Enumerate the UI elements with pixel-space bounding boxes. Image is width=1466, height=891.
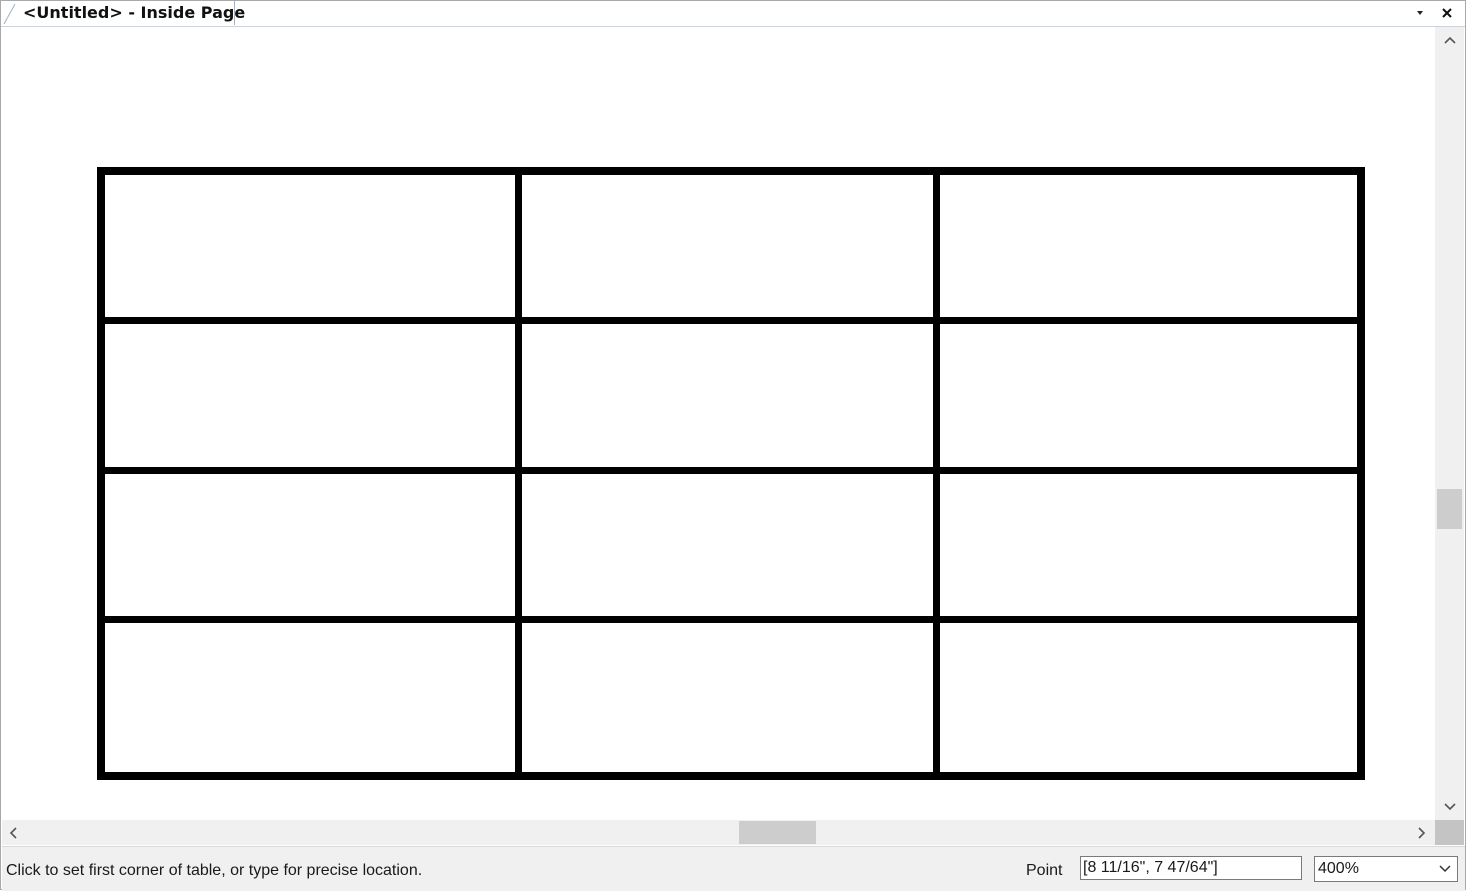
horizontal-scrollbar[interactable] <box>2 820 1435 845</box>
chevron-left-icon[interactable] <box>2 820 24 845</box>
table-cell[interactable] <box>939 474 1357 623</box>
table-cell[interactable] <box>940 623 1357 772</box>
tab-edge-decoration <box>3 3 16 25</box>
point-input[interactable] <box>1080 856 1302 880</box>
table-cell[interactable] <box>522 473 940 623</box>
drawn-table[interactable] <box>97 167 1365 780</box>
document-window: <Untitled> - Inside Page Click to set fi… <box>0 0 1466 891</box>
table-cell[interactable] <box>105 324 523 474</box>
document-tab-bar: <Untitled> - Inside Page <box>1 1 1465 27</box>
horizontal-scroll-thumb[interactable] <box>739 821 816 844</box>
chevron-down-icon[interactable] <box>1437 861 1453 877</box>
table-cell[interactable] <box>105 622 523 772</box>
vertical-scroll-thumb[interactable] <box>1437 489 1462 529</box>
zoom-value: 400% <box>1318 860 1359 877</box>
table-cell[interactable] <box>939 324 1357 474</box>
scrollbar-corner <box>1435 820 1464 845</box>
document-tab[interactable]: <Untitled> - Inside Page <box>1 1 245 25</box>
chevron-right-icon[interactable] <box>1411 820 1433 845</box>
drawing-canvas[interactable] <box>2 27 1435 820</box>
chevron-up-icon[interactable] <box>1435 27 1464 53</box>
table-cell[interactable] <box>522 622 940 772</box>
document-tab-title: <Untitled> - Inside Page <box>23 3 246 22</box>
table-cell[interactable] <box>522 324 940 474</box>
zoom-select[interactable]: 400% <box>1314 856 1458 882</box>
table-cell[interactable] <box>939 175 1357 325</box>
table-cell[interactable] <box>105 473 523 623</box>
chevron-down-icon[interactable] <box>1435 794 1464 820</box>
window-menu-dropdown-icon[interactable] <box>1410 3 1430 23</box>
vertical-scrollbar[interactable] <box>1435 27 1464 820</box>
point-label: Point <box>1026 862 1063 879</box>
status-prompt: Click to set first corner of table, or t… <box>6 862 423 879</box>
status-bar: Click to set first corner of table, or t… <box>2 846 1465 891</box>
close-icon[interactable] <box>1437 3 1457 23</box>
table-cell[interactable] <box>522 175 940 325</box>
table-cell[interactable] <box>105 175 523 325</box>
